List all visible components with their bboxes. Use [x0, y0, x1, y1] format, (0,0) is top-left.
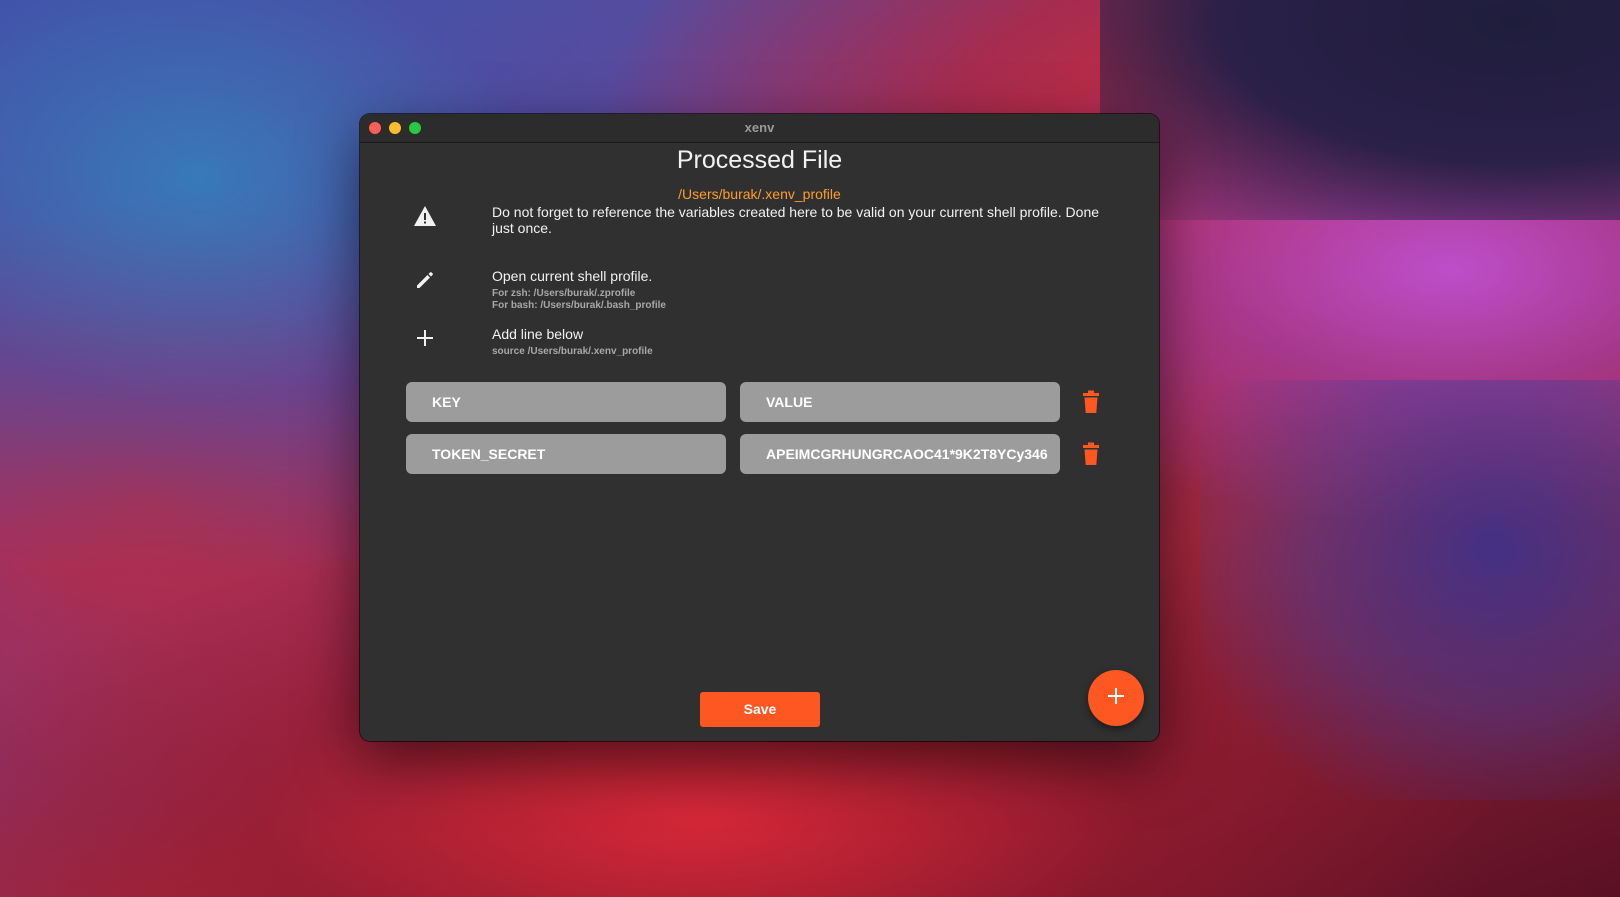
add-line-text: Add line below [492, 326, 584, 342]
variable-row: TOKEN_SECRET APEIMCGRHUNGRCAOC41*9K2T8YC… [406, 434, 1106, 474]
warning-icon [408, 204, 442, 228]
plus-icon [1107, 687, 1125, 710]
key-field[interactable]: KEY [406, 382, 726, 422]
zsh-profile-path: For zsh: /Users/burak/.zprofile [492, 288, 636, 299]
key-field[interactable]: TOKEN_SECRET [406, 434, 726, 474]
source-command: source /Users/burak/.xenv_profile [492, 346, 653, 357]
file-path: /Users/burak/.xenv_profile [678, 186, 841, 202]
open-profile-text: Open current shell profile. [492, 268, 653, 284]
bash-profile-path: For bash: /Users/burak/.bash_profile [492, 300, 666, 311]
warning-text: Do not forget to reference the variables… [492, 204, 1100, 236]
app-window: xenv Processed File /Users/burak/.xenv_p… [360, 114, 1159, 741]
plus-icon [408, 326, 442, 350]
page-title: Processed File [676, 146, 843, 174]
value-field[interactable]: APEIMCGRHUNGRCAOC41*9K2T8YCy346 [740, 434, 1060, 474]
variable-row: KEY VALUE [406, 382, 1106, 422]
title-bar[interactable]: xenv [360, 114, 1159, 143]
value-field[interactable]: VALUE [740, 382, 1060, 422]
trash-icon[interactable] [1081, 442, 1101, 466]
pencil-icon [408, 268, 442, 292]
trash-icon[interactable] [1081, 390, 1101, 414]
window-title: xenv [744, 120, 775, 135]
add-variable-button[interactable] [1088, 670, 1144, 726]
save-button[interactable]: Save [700, 692, 820, 727]
